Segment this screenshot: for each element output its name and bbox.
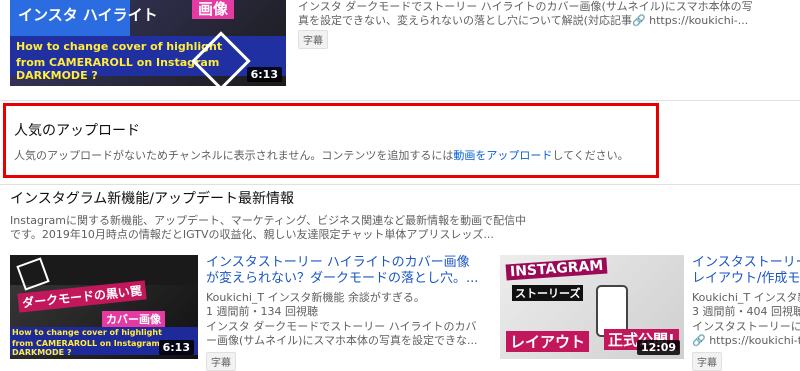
playlist-desc-line1: Instagramに関する新機能、アップデート、マーケティング、ビジネス関連など… bbox=[10, 214, 527, 227]
thumb-layout: レイアウト bbox=[506, 331, 590, 352]
duration-badge: 6:13 bbox=[246, 67, 282, 82]
video-stats: 3 週間前・404 回視聴 bbox=[692, 305, 800, 318]
video-desc-line1: インスタ ダークモードでストーリー ハイライトのカバ bbox=[206, 320, 477, 333]
message-suffix: してください。 bbox=[552, 149, 629, 162]
top-desc-line2: 真を設定できない、変えられないの落とし穴について解説(対応記事🔗 https:/… bbox=[298, 14, 749, 27]
section-divider-2 bbox=[0, 184, 800, 185]
popular-uploads-title: 人気のアップロード bbox=[14, 123, 140, 139]
top-thumb-tag: 画像 bbox=[192, 0, 235, 19]
channel-name[interactable]: Koukichi_T インスタ新機能 余談がすぎる。 bbox=[206, 291, 425, 305]
video-title-line2: レイアウト/作成モ bbox=[692, 271, 800, 286]
thumb-tag: カバー画像 bbox=[102, 311, 165, 327]
popular-uploads-section: 人気のアップロード 人気のアップロードがないためチャンネルに表示されません。コン… bbox=[3, 103, 659, 178]
top-thumb-line1: How to change cover of highlight bbox=[16, 40, 223, 53]
section-divider bbox=[0, 100, 800, 101]
video-desc-line1: インスタストーリーに bbox=[692, 320, 800, 333]
video-thumbnail[interactable]: INSTAGRAM ストーリーズ レイアウト 正式公開! 12:09 bbox=[500, 255, 684, 359]
video-title[interactable]: インスタストーリー レイアウト/作成モ bbox=[692, 255, 800, 287]
top-video-description: インスタ ダークモードでストーリー ハイライトのカバー画像(サムネイル)にスマホ… bbox=[298, 0, 793, 28]
video-desc-line2: 🔗 https://koukichi-t. bbox=[692, 334, 800, 347]
top-video-thumbnail[interactable]: インスタ ハイライト 画像 How to change cover of hig… bbox=[10, 0, 286, 86]
playlist-description: Instagramに関する新機能、アップデート、マーケティング、ビジネス関連など… bbox=[10, 214, 570, 242]
playlist-desc-line2: です。2019年10月時点の情報だとIGTVの収益化、親しい友達限定チャット単体… bbox=[10, 228, 494, 241]
message-text: 人気のアップロードがないためチャンネルに表示されません。コンテンツを追加するには bbox=[14, 149, 454, 162]
top-thumb-caption: インスタ ハイライト bbox=[18, 6, 158, 24]
channel-name[interactable]: Koukichi_T インスタ新 bbox=[692, 291, 800, 305]
subtitle-badge: 字幕 bbox=[206, 352, 236, 371]
video-title[interactable]: インスタストーリー ハイライトのカバー画像 が変えられない？ダークモードの落とし… bbox=[206, 255, 496, 287]
playlist-title[interactable]: インスタグラム新機能/アップデート最新情報 bbox=[10, 188, 294, 208]
thumb-line1: How to change cover of highlight bbox=[12, 328, 162, 337]
popular-uploads-message: 人気のアップロードがないためチャンネルに表示されません。コンテンツを追加するには… bbox=[14, 147, 629, 163]
subtitle-badge: 字幕 bbox=[298, 30, 328, 49]
thumb-sub: ストーリーズ bbox=[512, 285, 584, 301]
duration-badge: 6:13 bbox=[158, 340, 194, 355]
top-desc-line1: インスタ ダークモードでストーリー ハイライトのカバー画像(サムネイル)にスマホ… bbox=[298, 0, 753, 13]
duration-badge: 12:09 bbox=[636, 340, 680, 355]
video-title-line1: インスタストーリー bbox=[692, 255, 800, 270]
video-desc-line2: ー画像(サムネイル)にスマホ本体の写真を設定できな... bbox=[206, 334, 478, 347]
video-description: インスタストーリーに 🔗 https://koukichi-t. bbox=[692, 320, 800, 348]
video-title-line2: が変えられない？ダークモードの落とし穴。... bbox=[206, 271, 479, 286]
thumb-brand: INSTAGRAM bbox=[505, 257, 608, 281]
video-title-line1: インスタストーリー ハイライトのカバー画像 bbox=[206, 255, 470, 270]
subtitle-badge: 字幕 bbox=[692, 352, 722, 371]
upload-video-link[interactable]: 動画をアップロード bbox=[453, 149, 552, 162]
video-description: インスタ ダークモードでストーリー ハイライトのカバ ー画像(サムネイル)にスマ… bbox=[206, 320, 496, 348]
video-stats: 1 週間前・134 回視聴 bbox=[206, 305, 318, 318]
video-thumbnail[interactable]: ダークモードの黒い罠 カバー画像 How to change cover of … bbox=[10, 255, 198, 359]
